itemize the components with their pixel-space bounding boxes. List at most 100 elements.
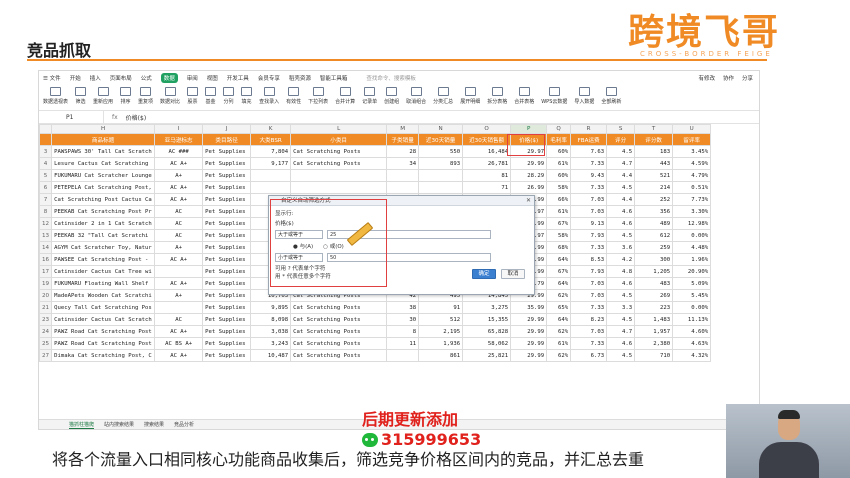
header-cell[interactable]: FBA运费 [570, 133, 608, 146]
table-cell[interactable]: 0.00% [672, 301, 712, 314]
header-cell[interactable]: 毛利率 [546, 133, 572, 146]
table-cell[interactable]: Lesure Cactus Cat Scratching [51, 157, 156, 170]
menu-item[interactable]: 数据 [160, 73, 178, 83]
table-cell[interactable]: A+ [154, 169, 204, 182]
table-cell[interactable]: 9,895 [250, 301, 292, 314]
table-cell[interactable]: Pet Supplies [202, 181, 252, 194]
table-cell[interactable]: 15,355 [462, 313, 512, 326]
header-cell[interactable]: 子类销量 [386, 133, 420, 146]
column-letter[interactable]: P [510, 124, 548, 134]
table-cell[interactable]: 64% [546, 253, 572, 266]
table-cell[interactable]: 4.7 [606, 157, 636, 170]
table-cell[interactable]: Cat Scratching Posts [290, 145, 388, 158]
ribbon-button[interactable]: 记录单 [362, 85, 377, 105]
table-cell[interactable]: 29.99 [510, 313, 548, 326]
close-icon[interactable]: ✕ [526, 197, 531, 204]
command-search-input[interactable]: 查找命令、搜索模板 [366, 74, 416, 82]
table-cell[interactable]: Pet Supplies [202, 241, 252, 254]
row-number[interactable]: 13 [39, 229, 53, 242]
table-cell[interactable]: Pet Supplies [202, 349, 252, 362]
table-cell[interactable]: Cat Scratching Posts [290, 301, 388, 314]
table-cell[interactable]: 7.33 [570, 337, 608, 350]
formula-input[interactable]: 价格($) [126, 113, 147, 122]
sheet-tab[interactable]: 猫抓柱猫爬 [69, 421, 95, 429]
ribbon-button[interactable]: 重复项 [138, 85, 153, 105]
table-cell[interactable]: Pet Supplies [202, 193, 252, 206]
and-radio[interactable]: ● 与(A) [293, 242, 313, 250]
table-cell[interactable]: 3.30% [672, 205, 712, 218]
table-cell[interactable]: 259 [634, 241, 674, 254]
menu-item[interactable]: 智能工具箱 [320, 74, 348, 82]
ribbon-button[interactable]: 股票 [187, 85, 199, 105]
table-cell[interactable]: 4.5 [606, 313, 636, 326]
row-number[interactable]: 24 [39, 325, 53, 338]
column-letter[interactable]: H [51, 124, 156, 134]
row-number[interactable]: 20 [39, 289, 53, 302]
header-cell[interactable]: 亚马逊标志 [154, 133, 204, 146]
table-cell[interactable]: 7.73% [672, 193, 712, 206]
table-cell[interactable]: 35.99 [510, 301, 548, 314]
menu-item[interactable]: 开发工具 [227, 74, 249, 82]
table-cell[interactable]: 3,275 [462, 301, 512, 314]
table-cell[interactable]: 9.13 [570, 217, 608, 230]
ribbon-button[interactable]: 下拉列表 [308, 85, 328, 105]
table-cell[interactable]: 11.13% [672, 313, 712, 326]
table-cell[interactable]: Catinsider Cactus Cat Tree wi [51, 265, 156, 278]
table-cell[interactable]: 7.33 [570, 157, 608, 170]
table-cell[interactable] [386, 169, 420, 182]
row-number[interactable]: 19 [39, 277, 53, 290]
table-cell[interactable]: Pet Supplies [202, 169, 252, 182]
menu-item[interactable]: 开始 [70, 74, 81, 82]
row-number[interactable]: 12 [39, 217, 53, 230]
row-number[interactable]: 27 [39, 349, 53, 362]
table-cell[interactable]: Pet Supplies [202, 277, 252, 290]
table-cell[interactable]: AC A+ [154, 325, 204, 338]
ribbon-button[interactable]: 拆分表格 [487, 85, 507, 105]
table-cell[interactable]: 269 [634, 289, 674, 302]
table-cell[interactable]: 71 [462, 181, 512, 194]
sheet-tab[interactable]: 站内搜索结果 [104, 421, 134, 428]
table-cell[interactable]: 223 [634, 301, 674, 314]
ribbon-button[interactable]: 展开明细 [460, 85, 480, 105]
table-cell[interactable]: FUKUMARU Floating Wall Shelf [51, 277, 156, 290]
table-cell[interactable]: Catinsider 2 in 1 Cat Scratch [51, 217, 156, 230]
table-cell[interactable]: PEEKAB Cat Scratching Post Pr [51, 205, 156, 218]
table-cell[interactable]: Pet Supplies [202, 217, 252, 230]
table-cell[interactable]: 61% [546, 157, 572, 170]
table-cell[interactable]: AC ### [154, 145, 204, 158]
table-cell[interactable]: AC BS A+ [154, 337, 204, 350]
ribbon-button[interactable]: 合并计算 [335, 85, 355, 105]
table-cell[interactable]: Pet Supplies [202, 325, 252, 338]
table-cell[interactable]: Pet Supplies [202, 253, 252, 266]
table-cell[interactable]: Cat Scratching Posts [290, 157, 388, 170]
table-cell[interactable] [386, 349, 420, 362]
header-cell[interactable]: 大类BSR [250, 133, 292, 146]
table-cell[interactable]: 61% [546, 205, 572, 218]
table-cell[interactable]: 1,957 [634, 325, 674, 338]
table-cell[interactable]: 4.6 [606, 337, 636, 350]
table-cell[interactable]: 489 [634, 217, 674, 230]
table-cell[interactable]: 4.5 [606, 289, 636, 302]
row-number[interactable]: 8 [39, 205, 53, 218]
table-cell[interactable]: 4.59% [672, 157, 712, 170]
ribbon-button[interactable]: 分类汇总 [433, 85, 453, 105]
table-cell[interactable] [290, 181, 388, 194]
ribbon-button[interactable]: 取消组合 [406, 85, 426, 105]
ribbon-button[interactable]: 数据对比 [160, 85, 180, 105]
menu-item[interactable]: 页面布局 [110, 74, 132, 82]
table-cell[interactable] [290, 169, 388, 182]
table-cell[interactable] [154, 265, 204, 278]
table-cell[interactable]: AC A+ [154, 349, 204, 362]
table-cell[interactable]: 61% [546, 337, 572, 350]
header-cell[interactable]: 商品标题 [51, 133, 156, 146]
table-cell[interactable]: MadeAPets Wooden Cat Scratchi [51, 289, 156, 302]
row-number[interactable]: 4 [39, 157, 53, 170]
table-cell[interactable]: 58% [546, 229, 572, 242]
table-cell[interactable]: Pet Supplies [202, 265, 252, 278]
table-cell[interactable]: Pet Supplies [202, 337, 252, 350]
fx-icon[interactable]: fx [104, 114, 126, 121]
table-cell[interactable]: 29.99 [510, 337, 548, 350]
ribbon-button[interactable]: 有效性 [286, 85, 301, 105]
table-cell[interactable]: 483 [634, 277, 674, 290]
column-letter[interactable]: T [634, 124, 674, 134]
